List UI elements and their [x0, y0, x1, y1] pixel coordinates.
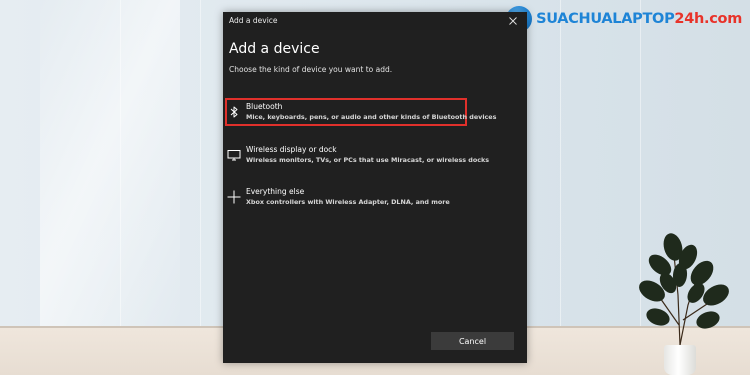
wall-panel-line [200, 0, 201, 330]
bluetooth-icon [230, 106, 238, 118]
monitor-icon [227, 150, 241, 161]
wall-panel-line [120, 0, 121, 330]
plant-pot [664, 345, 696, 375]
option-description: Mice, keyboards, pens, or audio and othe… [246, 113, 497, 121]
option-description: Wireless monitors, TVs, or PCs that use … [246, 156, 490, 164]
window-title: Add a device [229, 16, 278, 25]
option-everything-else[interactable]: Everything else Xbox controllers with Wi… [223, 184, 527, 214]
cancel-button[interactable]: Cancel [431, 332, 514, 350]
dialog-heading: Add a device [229, 41, 320, 57]
plus-icon [227, 190, 241, 204]
logo-text: SUACHUALAPTOP24h.com [536, 11, 742, 27]
logo-text-primary: SUACHUALAPTOP [536, 11, 675, 27]
dialog-subtitle: Choose the kind of device you want to ad… [229, 65, 393, 74]
option-title: Everything else [246, 187, 305, 196]
add-device-dialog: Add a device Add a device Choose the kin… [223, 12, 527, 363]
title-bar: Add a device [223, 12, 527, 30]
wall-panel-line [560, 0, 561, 330]
option-wireless-display[interactable]: Wireless display or dock Wireless monito… [223, 142, 527, 172]
option-bluetooth[interactable]: Bluetooth Mice, keyboards, pens, or audi… [223, 99, 527, 129]
logo-text-secondary: 24h.com [674, 11, 742, 27]
light-beam [40, 0, 180, 330]
close-button[interactable] [499, 12, 527, 30]
option-title: Bluetooth [246, 102, 283, 111]
close-icon [509, 17, 517, 25]
brand-logo: SUACHUALAPTOP24h.com [506, 6, 742, 32]
option-title: Wireless display or dock [246, 145, 337, 154]
option-description: Xbox controllers with Wireless Adapter, … [246, 198, 450, 206]
